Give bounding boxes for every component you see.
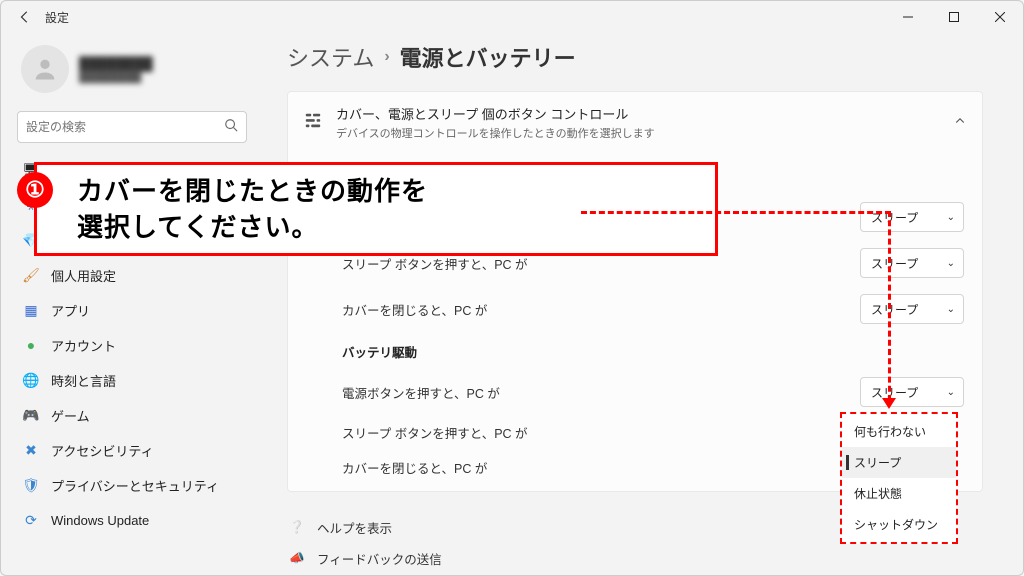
sidebar: ████████ ████████ 🖥システム ⚹Bluetooth とデバイス… xyxy=(1,33,263,575)
app-title: 設定 xyxy=(45,9,69,26)
accessibility-icon: ✖ xyxy=(23,442,39,458)
sidebar-item-label: プライバシーとセキュリティ xyxy=(51,476,219,495)
search-box[interactable] xyxy=(17,111,247,143)
chevron-down-icon: ⌄ xyxy=(947,258,955,269)
row-lid-close-plugged: カバーを閉じると、PC が スリープ⌄ xyxy=(288,286,982,332)
account-icon: ● xyxy=(23,337,39,353)
maximize-button[interactable] xyxy=(931,1,977,33)
annotation-arrow-h xyxy=(581,211,891,214)
profile-sub: ████████ xyxy=(79,71,153,83)
card-subtitle: デバイスの物理コントロールを操作したときの動作を選択します xyxy=(336,125,940,141)
feedback-link[interactable]: 📣 フィードバックの送信 xyxy=(289,543,983,574)
breadcrumb-parent[interactable]: システム xyxy=(287,41,374,73)
close-button[interactable] xyxy=(977,1,1023,33)
dropdown-option-hibernate[interactable]: 休止状態 xyxy=(842,478,956,509)
search-input[interactable] xyxy=(26,120,224,134)
sidebar-item-personalization[interactable]: 🖌 個人用設定 xyxy=(9,258,255,292)
settings-window: 設定 ████████ ████████ xyxy=(0,0,1024,576)
dropdown-option-sleep[interactable]: スリープ xyxy=(842,447,956,478)
windows-update-icon: ⟳ xyxy=(23,512,39,528)
breadcrumb-separator: › xyxy=(384,48,389,66)
breadcrumb-current: 電源とバッテリー xyxy=(400,41,576,73)
dropdown-option-shutdown[interactable]: シャットダウン xyxy=(842,509,956,540)
annotation-arrow-v xyxy=(888,211,891,401)
profile-text: ████████ ████████ xyxy=(79,56,153,83)
help-link-label: ヘルプを表示 xyxy=(317,518,392,537)
sidebar-item-label: 時刻と言語 xyxy=(51,371,116,390)
sidebar-item-label: Windows Update xyxy=(51,513,149,528)
breadcrumb: システム › 電源とバッテリー xyxy=(287,37,983,91)
chevron-down-icon: ⌄ xyxy=(947,304,955,315)
combo-power-button-battery[interactable]: スリープ⌄ xyxy=(860,377,964,407)
row-label: スリープ ボタンを押すと、PC が xyxy=(342,254,860,273)
search-icon xyxy=(224,118,238,137)
row-power-button-battery: 電源ボタンを押すと、PC が スリープ⌄ xyxy=(288,369,982,415)
time-language-icon: 🌐 xyxy=(23,372,39,388)
card-title: カバー、電源とスリープ 個のボタン コントロール xyxy=(336,104,940,123)
sidebar-item-label: アカウント xyxy=(51,336,116,355)
profile-block[interactable]: ████████ ████████ xyxy=(9,41,255,105)
group-label-battery: バッテリ駆動 xyxy=(288,332,982,369)
feedback-link-label: フィードバックの送信 xyxy=(317,549,442,568)
apps-icon: ▦ xyxy=(23,302,39,318)
sidebar-item-apps[interactable]: ▦ アプリ xyxy=(9,293,255,327)
minimize-button[interactable] xyxy=(885,1,931,33)
combo-sleep-button-plugged[interactable]: スリープ⌄ xyxy=(860,248,964,278)
annotation-text-line1: カバーを閉じたときの動作を xyxy=(77,173,715,209)
sidebar-item-windows-update[interactable]: ⟳ Windows Update xyxy=(9,503,255,537)
sidebar-item-label: ゲーム xyxy=(51,406,90,425)
personalization-icon: 🖌 xyxy=(23,267,39,283)
chevron-up-icon xyxy=(954,114,966,132)
combo-lid-close-plugged[interactable]: スリープ⌄ xyxy=(860,294,964,324)
chevron-down-icon: ⌄ xyxy=(947,212,955,223)
sidebar-item-privacy[interactable]: 🛡 プライバシーとセキュリティ xyxy=(9,468,255,502)
sidebar-item-label: アクセシビリティ xyxy=(51,441,154,460)
card-header[interactable]: カバー、電源とスリープ 個のボタン コントロール デバイスの物理コントロールを操… xyxy=(288,92,982,153)
gaming-icon: 🎮 xyxy=(23,407,39,423)
feedback-icon: 📣 xyxy=(289,551,305,566)
back-button[interactable] xyxy=(17,9,33,25)
sidebar-item-gaming[interactable]: 🎮 ゲーム xyxy=(9,398,255,432)
help-icon: ❔ xyxy=(289,520,305,535)
dropdown-option-nothing[interactable]: 何も行わない xyxy=(842,416,956,447)
dropdown-popup: 何も行わない スリープ 休止状態 シャットダウン xyxy=(840,412,958,544)
annotation-callout-box: カバーを閉じたときの動作を 選択してください。 xyxy=(34,162,718,256)
sidebar-item-time-language[interactable]: 🌐 時刻と言語 xyxy=(9,363,255,397)
annotation-arrow-head xyxy=(882,398,896,409)
sidebar-item-accessibility[interactable]: ✖ アクセシビリティ xyxy=(9,433,255,467)
chevron-down-icon: ⌄ xyxy=(947,387,955,398)
titlebar: 設定 xyxy=(1,1,1023,33)
row-label: 電源ボタンを押すと、PC が xyxy=(342,383,860,402)
combo-power-button-plugged[interactable]: スリープ⌄ xyxy=(860,202,964,232)
annotation-text-line2: 選択してください。 xyxy=(77,209,715,245)
privacy-icon: 🛡 xyxy=(23,477,39,493)
window-controls xyxy=(885,1,1023,33)
controls-icon xyxy=(304,111,322,134)
sidebar-item-label: 個人用設定 xyxy=(51,266,116,285)
sidebar-item-account[interactable]: ● アカウント xyxy=(9,328,255,362)
avatar xyxy=(21,45,69,93)
profile-name: ████████ xyxy=(79,56,153,71)
annotation-badge: ① xyxy=(17,172,53,208)
row-label: カバーを閉じると、PC が xyxy=(342,300,860,319)
sidebar-item-label: アプリ xyxy=(51,301,90,320)
